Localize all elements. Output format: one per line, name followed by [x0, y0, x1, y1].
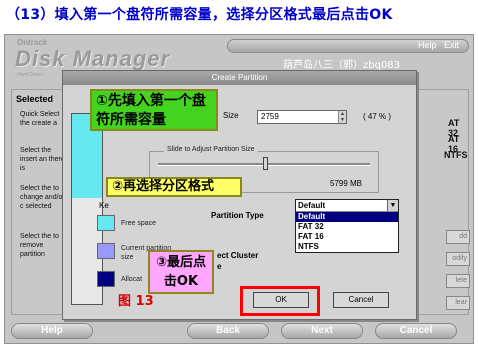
dropdown-current-value: Default [298, 201, 326, 210]
modify-button[interactable]: odify [446, 252, 470, 266]
help-link[interactable]: Help [418, 40, 437, 50]
back-button[interactable]: Back [187, 323, 269, 339]
option-change-text: Select the to change and/or c selected [20, 185, 65, 210]
next-button[interactable]: Next [281, 323, 363, 339]
slider-thumb[interactable] [263, 157, 268, 170]
tutorial-caption: （13）填入第一个盘符所需容量，选择分区格式最后点击OK [6, 7, 393, 23]
dropdown-option-ntfs[interactable]: NTFS [296, 242, 398, 252]
option-quick-text: Quick Select the create a [20, 111, 60, 127]
key-label: Ke [99, 201, 109, 210]
cluster-label: ect Cluster [217, 251, 259, 260]
size-percent: ( 47 % ) [363, 112, 392, 121]
brand-subtitle: Hard Drive I [17, 72, 44, 78]
partition-type-label: Partition Type [211, 211, 264, 220]
option-insert-text: Select the insert an there is [20, 147, 65, 172]
dialog-title: Create Partition [63, 71, 416, 85]
dropdown-option-default[interactable]: Default [296, 212, 398, 222]
free-space-label: Free space [121, 220, 157, 227]
bottom-nav: Help Back Next Cancel [11, 323, 469, 341]
chevron-down-icon[interactable]: ▼ [387, 200, 398, 211]
cluster-label-2: e [217, 262, 222, 271]
step1-callout: ①先填入第一个盘符所需容量 [90, 89, 218, 131]
clear-button[interactable]: lear [446, 296, 470, 310]
cancel-button[interactable]: Cancel [333, 292, 389, 308]
partition-type-dropdown[interactable]: Default ▼ Default FAT 32 FAT 16 NTFS [295, 199, 399, 253]
disk-size-mb: 5799 MB [330, 179, 363, 188]
step3-callout: ③最后点击OK [148, 250, 214, 294]
dropdown-current[interactable]: Default ▼ [296, 200, 398, 212]
watermark-text: 葫芦岛八三（郭）zbq083 [283, 60, 401, 71]
current-size-swatch [97, 243, 115, 259]
help-button[interactable]: Help [11, 323, 93, 339]
add-button[interactable]: dd [446, 230, 470, 244]
brand-logo-text: Disk Manager [15, 46, 171, 71]
top-nav-pill: Help Exit [227, 39, 469, 53]
cancel-nav-button[interactable]: Cancel [375, 323, 457, 339]
step2-callout: ②再选择分区格式 [106, 177, 242, 197]
slider-legend: Slide to Adjust Partition Size [164, 146, 258, 153]
free-space-swatch [97, 215, 115, 231]
exit-link[interactable]: Exit [444, 40, 459, 50]
selected-heading: Selected [16, 94, 54, 104]
option-remove-text: Select the to remove partition [20, 233, 59, 258]
delete-button[interactable]: lete [446, 274, 470, 288]
size-input[interactable]: 2759 ▲ ▼ [257, 110, 347, 124]
ntfs-text: NTFS [444, 150, 468, 160]
figure-label: 图 13 [118, 294, 154, 309]
allocated-swatch [97, 271, 115, 287]
ok-highlight-box [240, 286, 320, 316]
size-label: Size [223, 111, 239, 120]
size-value: 2759 [261, 112, 279, 121]
size-spinner[interactable]: ▲ ▼ [338, 111, 346, 123]
dropdown-option-fat32[interactable]: FAT 32 [296, 222, 398, 232]
dropdown-option-fat16[interactable]: FAT 16 [296, 232, 398, 242]
